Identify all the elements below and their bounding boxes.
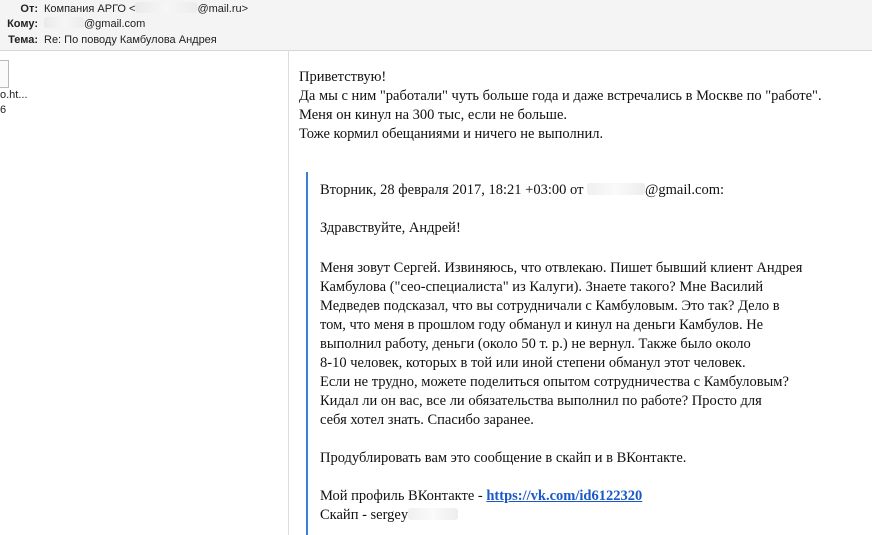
redacted-email-blur [44, 17, 84, 28]
quoted-body-line: выполнил работу, деньги (около 50 т. р.)… [320, 336, 751, 352]
attachment-name[interactable]: o.ht... [0, 89, 28, 101]
from-value[interactable]: Компания АРГО < @mail.ru> [44, 1, 248, 17]
vk-profile-link[interactable]: https://vk.com/id6122320 [486, 488, 642, 504]
redacted-skype-blur [408, 508, 459, 520]
quoted-vk-line: Мой профиль ВКонтакте - https://vk.com/i… [320, 487, 642, 506]
reply-line: Приветствую! [299, 69, 387, 85]
redacted-email-blur [135, 2, 198, 13]
quoted-greeting: Здравствуйте, Андрей! [320, 220, 461, 236]
to-label: Кому: [7, 18, 38, 30]
quoted-skype-line: Скайп - sergey [320, 506, 459, 525]
quoted-body-line: том, что меня в прошлом году обманул и к… [320, 317, 764, 333]
skype-label: Скайп - sergey [320, 507, 409, 523]
from-row: От: Компания АРГО < @mail.ru> [0, 1, 400, 17]
quoted-body-line: Меня зовут Сергей. Извиняюсь, что отвлек… [320, 260, 803, 276]
quoted-body-line: 8-10 человек, которых в той или иной сте… [320, 355, 746, 371]
to-value[interactable]: @gmail.com [44, 16, 145, 32]
quoted-body-line: себя хотел знать. Спасибо заранее. [320, 412, 534, 428]
quoted-body: Меня зовут Сергей. Извиняюсь, что отвлек… [320, 259, 802, 430]
vk-label: Мой профиль ВКонтакте - [320, 488, 487, 504]
reply-line: Да мы с ним "работали" чуть больше года … [299, 88, 822, 104]
quoted-body-line: Медведев подсказал, что вы сотрудничали … [320, 298, 780, 314]
email-header: От: Компания АРГО < @mail.ru> Кому: @gmai… [0, 0, 872, 51]
quoted-body-line: Камбулова ("сео-специалиста" из Калуги).… [320, 279, 764, 295]
subject-value: Re: По поводу Камбулова Андрея [44, 34, 217, 46]
attachment-size: 6 [0, 104, 7, 116]
reply-line: Тоже кормил обещаниями и ничего не выпол… [299, 126, 604, 142]
subject-label: Тема: [8, 34, 38, 46]
reply-line: Меня он кинул на 300 тыс, если не больше… [299, 107, 568, 123]
reply-body: Приветствую! Да мы с ним "работали" чуть … [299, 68, 822, 144]
attachments-pane: o.ht... 6 [0, 50, 289, 535]
quote-bar [306, 172, 308, 535]
file-icon[interactable] [0, 60, 9, 88]
to-row: Кому: @gmail.com [0, 16, 400, 32]
quoted-date-line: Вторник, 28 февраля 2017, 18:21 +03:00 о… [320, 182, 725, 198]
quoted-body-line: Если не трудно, можете поделиться опытом… [320, 374, 789, 390]
from-label: От: [20, 3, 38, 15]
subject-row: Тема: Re: По поводу Камбулова Андрея [0, 32, 400, 48]
quoted-body-line: Кидал ли он вас, все ли обязательства вы… [320, 393, 762, 409]
redacted-email-blur [587, 183, 646, 195]
quoted-duplicate-line: Продублировать вам это сообщение в скайп… [320, 450, 687, 466]
